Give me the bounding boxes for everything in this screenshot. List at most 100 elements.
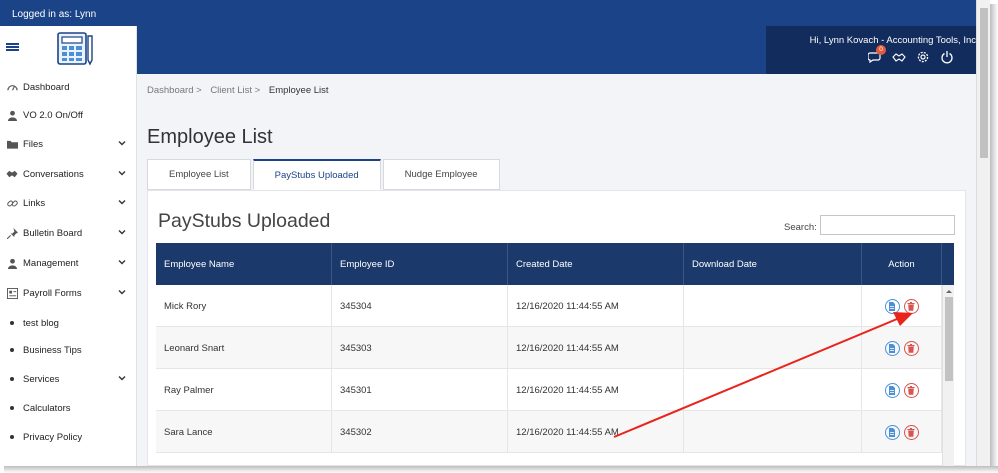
sidebar-item-label: Dashboard <box>23 81 70 93</box>
sidebar-item-label: VO 2.0 On/Off <box>23 109 84 121</box>
table-scrollbar-thumb[interactable] <box>945 297 953 381</box>
chevron-down-icon[interactable] <box>117 373 127 383</box>
sidebar-item-label: Services <box>23 373 60 385</box>
chevron-down-icon[interactable] <box>117 138 127 148</box>
user-tie-icon <box>6 257 18 269</box>
table-row: Ray Palmer 345301 12/16/2020 11:44:55 AM <box>156 369 942 411</box>
pin-icon <box>6 227 18 239</box>
bullet-icon <box>10 406 14 410</box>
chevron-down-icon[interactable] <box>117 287 127 297</box>
settings-gear-icon[interactable] <box>916 50 930 64</box>
tab-employee-list[interactable]: Employee List <box>147 159 251 190</box>
sidebar-item-vo-2-0-on-off[interactable]: VO 2.0 On/Off <box>0 105 137 125</box>
header-icons: 0 <box>867 45 954 64</box>
sidebar-item-privacy-policy[interactable]: Privacy Policy <box>0 427 137 447</box>
cell-employee-id: 345304 <box>332 285 508 327</box>
table-header: Employee Name Employee ID Created Date D… <box>156 243 954 285</box>
view-document-icon[interactable] <box>884 340 900 356</box>
chevron-down-icon[interactable] <box>117 197 127 207</box>
breadcrumb-client-list[interactable]: Client List > <box>210 85 260 96</box>
breadcrumb: Dashboard > Client List > Employee List <box>147 85 329 96</box>
delete-trash-icon[interactable] <box>903 340 919 356</box>
sidebar-item-files[interactable]: Files <box>0 134 137 154</box>
sidebar-item-label: Payroll Forms <box>23 287 82 299</box>
sidebar-item-label: Bulletin Board <box>23 227 83 239</box>
cell-employee-name: Mick Rory <box>156 285 332 327</box>
hamburger-menu-icon[interactable] <box>6 43 19 51</box>
cell-employee-id: 345302 <box>332 411 508 453</box>
cell-action <box>862 285 942 327</box>
bullet-icon <box>10 348 14 352</box>
folder-icon <box>6 138 18 150</box>
cell-action <box>862 369 942 411</box>
sidebar-item-calculators[interactable]: Calculators <box>0 398 137 418</box>
breadcrumb-dashboard[interactable]: Dashboard > <box>147 85 202 96</box>
link-icon <box>6 197 18 209</box>
cell-employee-name: Sara Lance <box>156 411 332 453</box>
sidebar-item-label: Conversations <box>23 168 84 180</box>
power-logout-icon[interactable] <box>940 50 954 64</box>
sidebar-item-test-blog[interactable]: test blog <box>0 313 137 333</box>
search-label: Search: <box>784 222 817 233</box>
delete-trash-icon[interactable] <box>903 424 919 440</box>
col-employee-id[interactable]: Employee ID <box>332 243 508 285</box>
sidebar-item-label: test blog <box>23 317 59 329</box>
page-title: Employee List <box>147 126 273 148</box>
table-body: Mick Rory 345304 12/16/2020 11:44:55 AM Leo… <box>156 285 942 466</box>
sidebar-item-label: Links <box>23 197 46 209</box>
sidebar-item-conversations[interactable]: Conversations <box>0 164 137 184</box>
sidebar-item-payroll-forms[interactable]: Payroll Forms <box>0 283 137 303</box>
view-document-icon[interactable] <box>884 298 900 314</box>
table-row: Mick Rory 345304 12/16/2020 11:44:55 AM <box>156 285 942 327</box>
page-scrollbar-thumb[interactable] <box>980 8 988 158</box>
gauge-icon <box>6 81 18 93</box>
cell-download-date <box>684 285 862 327</box>
panel-title: PayStubs Uploaded <box>158 210 331 232</box>
delete-trash-icon[interactable] <box>903 298 919 314</box>
sidebar-item-label: Privacy Policy <box>23 431 83 443</box>
view-document-icon[interactable] <box>884 382 900 398</box>
logged-in-text: Logged in as: Lynn <box>12 9 97 20</box>
chevron-down-icon[interactable] <box>117 168 127 178</box>
cell-employee-id: 345301 <box>332 369 508 411</box>
sidebar-item-label: Management <box>23 257 79 269</box>
breadcrumb-current: Employee List <box>268 85 329 96</box>
sidebar-item-links[interactable]: Links <box>0 193 137 213</box>
tab-nudge-employee[interactable]: Nudge Employee <box>382 159 500 190</box>
table-row: Sara Lance 345302 12/16/2020 11:44:55 AM <box>156 411 942 453</box>
cell-created-date: 12/16/2020 11:44:55 AM <box>508 327 684 369</box>
user-icon <box>6 109 18 121</box>
cell-employee-name: Ray Palmer <box>156 369 332 411</box>
search-input[interactable] <box>820 215 955 235</box>
table-row: Leonard Snart 345303 12/16/2020 11:44:55 A… <box>156 327 942 369</box>
sidebar-item-bulletin-board[interactable]: Bulletin Board <box>0 223 137 243</box>
sidebar-item-management[interactable]: Management <box>0 253 137 273</box>
cell-created-date: 12/16/2020 11:44:55 AM <box>508 285 684 327</box>
table-scrollbar[interactable] <box>942 285 954 466</box>
sidebar-item-dashboard[interactable]: Dashboard <box>0 77 137 97</box>
screenshot-shadow-right <box>990 4 998 470</box>
col-download-date[interactable]: Download Date <box>684 243 862 285</box>
cell-employee-id: 345303 <box>332 327 508 369</box>
cell-created-date: 12/16/2020 11:44:55 AM <box>508 411 684 453</box>
handshake-icon <box>6 168 18 180</box>
cell-action <box>862 411 942 453</box>
handshake-icon[interactable] <box>892 50 906 64</box>
view-document-icon[interactable] <box>884 424 900 440</box>
sidebar-item-services[interactable]: Services <box>0 369 137 389</box>
user-greeting: Hi, Lynn Kovach - Accounting Tools, Inc <box>809 35 976 46</box>
chat-notifications-icon[interactable]: 0 <box>867 45 886 64</box>
cell-action <box>862 327 942 369</box>
col-created-date[interactable]: Created Date <box>508 243 684 285</box>
sidebar-item-label: Calculators <box>23 402 71 414</box>
tab-paystubs-uploaded[interactable]: PayStubs Uploaded <box>252 159 381 190</box>
tab-bar: Employee List PayStubs Uploaded Nudge Em… <box>147 159 502 190</box>
chevron-down-icon[interactable] <box>117 227 127 237</box>
col-employee-name[interactable]: Employee Name <box>156 243 332 285</box>
chevron-down-icon[interactable] <box>117 257 127 267</box>
delete-trash-icon[interactable] <box>903 382 919 398</box>
sidebar-item-business-tips[interactable]: Business Tips <box>0 340 137 360</box>
cell-download-date <box>684 411 862 453</box>
page-scrollbar[interactable] <box>976 0 990 466</box>
header-spacer <box>942 243 954 285</box>
